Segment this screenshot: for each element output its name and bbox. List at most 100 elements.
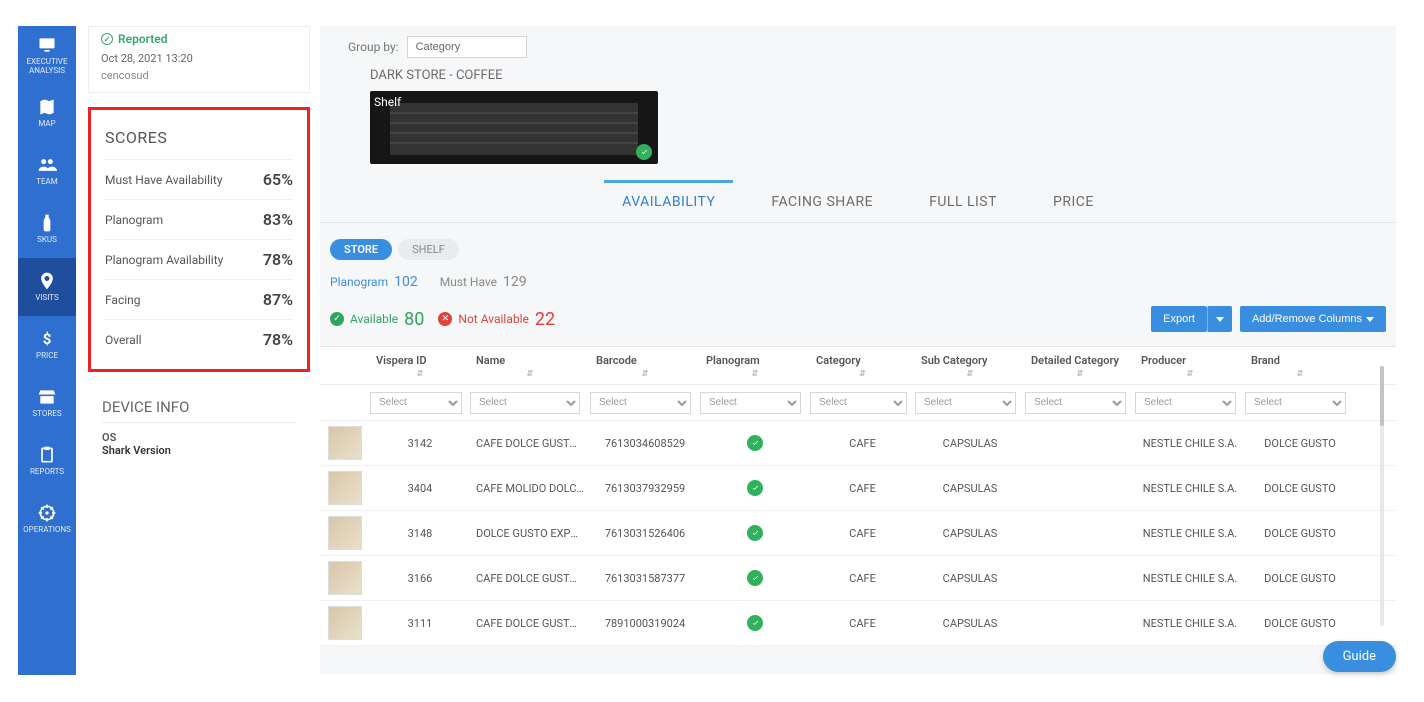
add-remove-columns-button[interactable]: Add/Remove Columns bbox=[1240, 306, 1386, 332]
reported-status: ✓ Reported bbox=[101, 32, 297, 46]
tab-facing[interactable]: FACING SHARE bbox=[767, 182, 877, 222]
sidebar-item-reports[interactable]: REPORTS bbox=[18, 432, 76, 490]
sidebar-item-operations[interactable]: OPERATIONS bbox=[18, 490, 76, 548]
main-tabs: AVAILABILITY FACING SHARE FULL LIST PRICE bbox=[320, 182, 1396, 223]
groupby-row: Group by: Category bbox=[320, 26, 1396, 64]
caret-down-icon bbox=[1216, 317, 1224, 322]
guide-button[interactable]: Guide bbox=[1323, 641, 1396, 672]
score-row: Overall78% bbox=[105, 319, 293, 359]
pill-store[interactable]: STORE bbox=[330, 239, 392, 260]
product-thumb bbox=[328, 516, 362, 550]
pill-shelf[interactable]: SHELF bbox=[398, 239, 459, 260]
subtab-count: 129 bbox=[503, 274, 527, 290]
sidebar-item-map[interactable]: MAP bbox=[18, 84, 76, 142]
table-row[interactable]: 3142CAFE DOLCE GUSTO ...7613034608529CAF… bbox=[320, 421, 1396, 466]
column-filter[interactable]: Select bbox=[590, 392, 691, 414]
cell-category: CAFE bbox=[810, 478, 915, 499]
sidebar: EXECUTIVE ANALYSIS MAPTEAMSKUSVISITS$PRIC… bbox=[18, 26, 76, 675]
cell-sub: CAPSULAS bbox=[915, 568, 1025, 589]
column-header[interactable]: Detailed Category⇵ bbox=[1025, 350, 1135, 382]
sidebar-item-visits[interactable]: VISITS bbox=[18, 258, 76, 316]
export-dropdown-button[interactable] bbox=[1207, 306, 1232, 332]
column-header[interactable]: Name⇵ bbox=[470, 350, 590, 382]
cell-category: CAFE bbox=[810, 523, 915, 544]
subtab-planogram[interactable]: Planogram 102 bbox=[330, 274, 418, 290]
column-filter[interactable]: Select bbox=[370, 392, 462, 414]
score-row: Facing 87% bbox=[105, 279, 293, 319]
table-row[interactable]: 3404CAFE MOLIDO DOLC...7613037932959CAFE… bbox=[320, 466, 1396, 511]
subtab-musthave[interactable]: Must Have 129 bbox=[440, 274, 527, 290]
column-header[interactable]: Vispera ID⇵ bbox=[370, 350, 470, 382]
column-header[interactable]: Category⇵ bbox=[810, 350, 915, 382]
cell-sub: CAPSULAS bbox=[915, 523, 1025, 544]
column-header[interactable]: Barcode⇵ bbox=[590, 350, 700, 382]
sidebar-item-stores[interactable]: STORES bbox=[18, 374, 76, 432]
cell-name: CAFE DOLCE GUSTO ... bbox=[470, 613, 590, 634]
table-row[interactable]: 3148DOLCE GUSTO EXPR...7613031526406CAFE… bbox=[320, 511, 1396, 556]
score-label: Facing bbox=[105, 293, 141, 307]
device-shark: Shark Version bbox=[102, 444, 296, 457]
cell-id: 3142 bbox=[370, 433, 470, 454]
data-grid: Vispera ID⇵Name⇵Barcode⇵Planogram⇵Catego… bbox=[320, 346, 1396, 646]
column-header[interactable]: Sub Category⇵ bbox=[915, 350, 1025, 382]
add-remove-columns-label: Add/Remove Columns bbox=[1252, 313, 1362, 325]
scrollbar[interactable] bbox=[1380, 366, 1384, 626]
sidebar-item-executive[interactable]: EXECUTIVE ANALYSIS bbox=[18, 26, 76, 84]
tab-availability[interactable]: AVAILABILITY bbox=[618, 182, 719, 222]
column-header[interactable]: Brand⇵ bbox=[1245, 350, 1355, 382]
not-available-chip[interactable]: ✕ Not Available 22 bbox=[438, 309, 555, 330]
column-filter[interactable]: Select bbox=[810, 392, 907, 414]
cell-category: CAFE bbox=[810, 433, 915, 454]
sidebar-item-price[interactable]: $PRICE bbox=[18, 316, 76, 374]
reported-user: cencosud bbox=[101, 69, 297, 82]
check-icon: ✓ bbox=[330, 312, 344, 326]
cell-barcode: 7613034608529 bbox=[590, 433, 700, 454]
check-circle-icon bbox=[747, 615, 763, 631]
check-circle-icon bbox=[747, 480, 763, 496]
tab-price[interactable]: PRICE bbox=[1049, 182, 1098, 222]
column-label: Category bbox=[816, 354, 861, 367]
x-icon: ✕ bbox=[438, 312, 452, 326]
cell-planogram bbox=[700, 521, 810, 545]
available-chip[interactable]: ✓ Available 80 bbox=[330, 309, 424, 330]
score-value: 87% bbox=[263, 290, 293, 309]
score-label: Planogram Availability bbox=[105, 253, 223, 267]
sidebar-item-label: EXECUTIVE ANALYSIS bbox=[18, 58, 76, 76]
cell-barcode: 7891000319024 bbox=[590, 613, 700, 634]
cell-category: CAFE bbox=[810, 613, 915, 634]
column-label: Brand bbox=[1251, 354, 1280, 367]
tab-fulllist[interactable]: FULL LIST bbox=[925, 182, 1001, 222]
column-filter[interactable]: Select bbox=[915, 392, 1016, 414]
not-available-count: 22 bbox=[535, 309, 555, 330]
cell-barcode: 7613037932959 bbox=[590, 478, 700, 499]
cell-brand: DOLCE GUSTO bbox=[1245, 433, 1355, 454]
column-label: Detailed Category bbox=[1031, 354, 1119, 367]
column-filter[interactable]: Select bbox=[1245, 392, 1346, 414]
scores-title: SCORES bbox=[105, 128, 293, 147]
table-row[interactable]: 3166CAFE DOLCE GUSTO ...7613031587377CAF… bbox=[320, 556, 1396, 601]
section-title: DARK STORE - COFFEE bbox=[320, 64, 1396, 87]
sidebar-item-skus[interactable]: SKUS bbox=[18, 200, 76, 258]
grid-filter-row: Select Select Select Select Select Select Sele… bbox=[320, 385, 1396, 421]
not-available-label: Not Available bbox=[458, 312, 528, 326]
shelf-image[interactable]: Shelf bbox=[370, 91, 658, 164]
column-filter[interactable]: Select bbox=[1135, 392, 1236, 414]
score-value: 78% bbox=[263, 330, 293, 349]
cell-producer: NESTLE CHILE S.A. bbox=[1135, 478, 1245, 499]
column-filter[interactable]: Select bbox=[700, 392, 801, 414]
sidebar-item-team[interactable]: TEAM bbox=[18, 142, 76, 200]
cell-detailed bbox=[1025, 439, 1135, 447]
column-header[interactable]: Producer⇵ bbox=[1135, 350, 1245, 382]
scrollbar-handle[interactable] bbox=[1380, 366, 1384, 426]
column-filter[interactable]: Select bbox=[1025, 392, 1126, 414]
column-header[interactable]: Planogram⇵ bbox=[700, 350, 810, 382]
score-label: Must Have Availability bbox=[105, 173, 223, 187]
column-filter[interactable]: Select bbox=[470, 392, 580, 414]
table-row[interactable]: 3111CAFE DOLCE GUSTO ...7891000319024CAF… bbox=[320, 601, 1396, 646]
cell-category: CAFE bbox=[810, 568, 915, 589]
groupby-select[interactable]: Category bbox=[407, 36, 527, 58]
cell-brand: DOLCE GUSTO bbox=[1245, 613, 1355, 634]
cell-brand: DOLCE GUSTO bbox=[1245, 478, 1355, 499]
export-button[interactable]: Export bbox=[1151, 306, 1207, 332]
score-row: Must Have Availability65% bbox=[105, 159, 293, 199]
